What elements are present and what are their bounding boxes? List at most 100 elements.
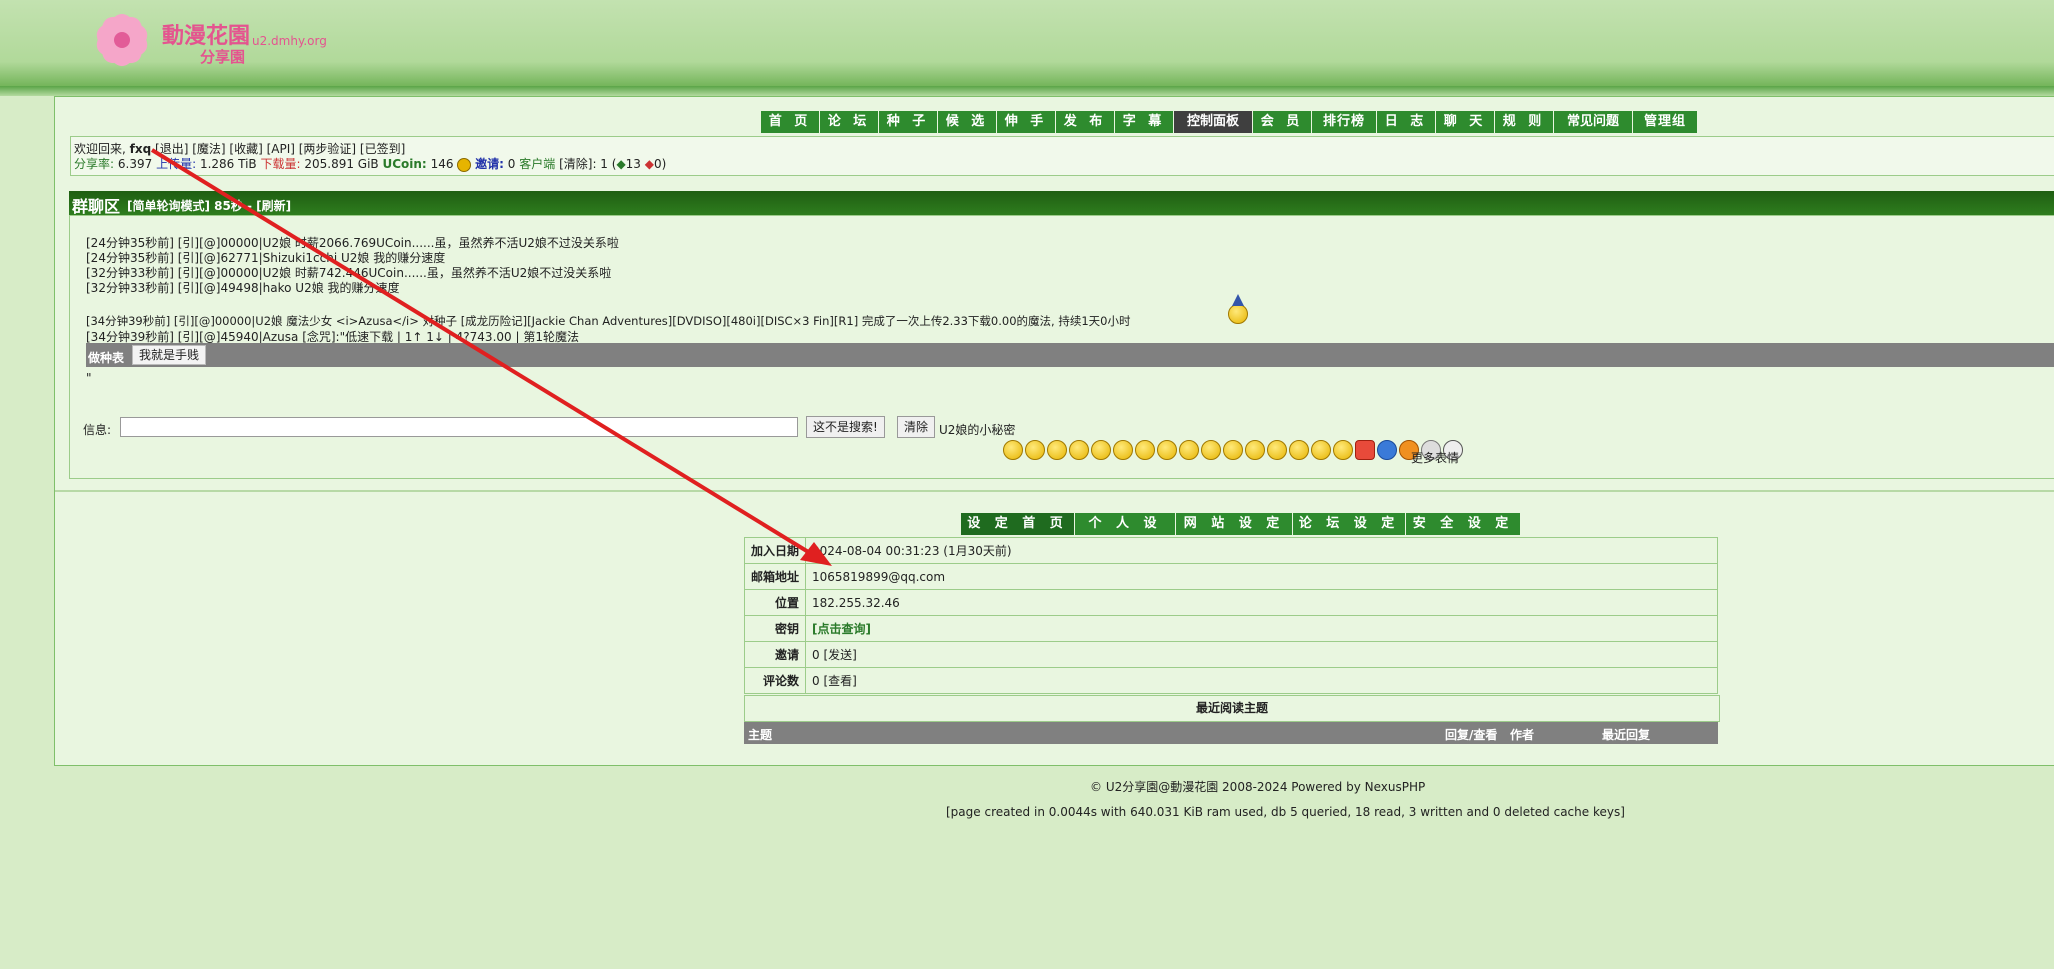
nav-upload[interactable]: 发 布 <box>1056 111 1115 133</box>
location-value: 182.255.32.46 <box>805 589 1718 616</box>
client-link[interactable]: 客户端 <box>519 157 555 171</box>
clear-button[interactable]: 清除 <box>897 416 936 438</box>
smiley-icon[interactable] <box>1135 440 1155 460</box>
tab-settings-home[interactable]: 设 定 首 页 <box>961 513 1075 535</box>
user-stats-line: 分享率: 6.397 上传量: 1.286 TiB 下载量: 205.891 G… <box>74 155 666 172</box>
smiley-bar <box>1003 440 1463 460</box>
footer-stats: [page created in 0.0044s with 640.031 Ki… <box>946 805 1625 819</box>
smiley-icon[interactable] <box>1069 440 1089 460</box>
tab-site-settings[interactable]: 网 站 设 定 <box>1176 513 1293 535</box>
comments-value[interactable]: 0 [查看] <box>805 667 1718 694</box>
tab-security-settings[interactable]: 安 全 设 定 <box>1406 513 1521 535</box>
leeching-icon: ◆ <box>644 157 655 171</box>
join-date-value: 2024-08-04 00:31:23 (1月30天前) <box>805 537 1718 564</box>
nav-home[interactable]: 首 页 <box>761 111 820 133</box>
chat-header <box>69 191 2054 215</box>
ucoin-label: UCoin: <box>382 157 427 171</box>
smiley-icon[interactable] <box>1267 440 1287 460</box>
question-icon[interactable] <box>1377 440 1397 460</box>
coin-icon <box>457 157 472 172</box>
heart-icon[interactable] <box>1355 440 1375 460</box>
smiley-icon[interactable] <box>1201 440 1221 460</box>
smiley-icon[interactable] <box>1289 440 1309 460</box>
smiley-icon[interactable] <box>1091 440 1111 460</box>
wizard-smiley-icon <box>1224 294 1248 324</box>
account-details-table: 加入日期 2024-08-04 00:31:23 (1月30天前) 邮箱地址 1… <box>744 537 1718 694</box>
upload-value: 1.286 TiB <box>199 157 257 171</box>
seeding-icon: ◆ <box>616 157 626 171</box>
seeding-bar-label: 做种表 <box>88 351 125 365</box>
secret-link[interactable]: U2娘的小秘密 <box>939 421 1015 438</box>
nav-forum[interactable]: 论 坛 <box>820 111 879 133</box>
col-author: 作者 <box>1510 728 1535 742</box>
table-row: 邀请 0 [发送] <box>744 641 1718 668</box>
chat-mode[interactable]: [简单轮询模式] 85秒 - [刷新] <box>127 197 291 214</box>
download-value: 205.891 GiB <box>304 157 379 171</box>
logo-url: u2.dmhy.org <box>252 34 327 48</box>
nav-log[interactable]: 日 志 <box>1377 111 1436 133</box>
smiley-icon[interactable] <box>1157 440 1177 460</box>
smiley-icon[interactable] <box>1047 440 1067 460</box>
download-label: 下载量: <box>260 157 301 171</box>
comments-label: 评论数 <box>744 667 806 694</box>
nav-control-panel[interactable]: 控制面板 <box>1174 111 1253 133</box>
tab-personal-settings[interactable]: 个 人 设 定 <box>1075 513 1176 553</box>
chat-message: [32分钟33秒前] [引][@]49498|hako U2娘 我的赚分速度 <box>86 281 400 295</box>
email-label: 邮箱地址 <box>744 563 806 590</box>
passkey-query-link[interactable]: [点击查询] <box>805 615 1718 642</box>
smiley-icon[interactable] <box>1025 440 1045 460</box>
smiley-icon[interactable] <box>1311 440 1331 460</box>
smiley-icon[interactable] <box>1113 440 1133 460</box>
recent-topics-header: 主题 回复/查看 作者 最近回复 <box>744 722 1718 744</box>
table-row: 密钥 [点击查询] <box>744 615 1718 642</box>
invite-label: 邀请: <box>475 157 504 171</box>
nav-candidates[interactable]: 候 选 <box>938 111 997 133</box>
smiley-icon[interactable] <box>1245 440 1265 460</box>
settings-tabs: 设 定 首 页 个 人 设 定 网 站 设 定 论 坛 设 定 安 全 设 定 <box>961 513 1521 553</box>
smiley-icon[interactable] <box>1179 440 1199 460</box>
ucoin-value: 146 <box>430 157 454 171</box>
nav-requests[interactable]: 伸 手 <box>997 111 1056 133</box>
table-row: 邮箱地址 1065819899@qq.com <box>744 563 1718 590</box>
welcome-text: 欢迎回来, <box>74 142 126 156</box>
quote-mark: " <box>86 371 92 385</box>
more-smileys-link[interactable]: 更多表情 <box>1411 449 1459 466</box>
nav-chat[interactable]: 聊 天 <box>1436 111 1495 133</box>
seeding-count: 13 <box>625 157 641 171</box>
invite-row-value[interactable]: 0 [发送] <box>805 641 1718 668</box>
email-value: 1065819899@qq.com <box>805 563 1718 590</box>
table-row: 位置 182.255.32.46 <box>744 589 1718 616</box>
nav-staff[interactable]: 管理组 <box>1633 111 1698 133</box>
col-topic: 主题 <box>748 728 773 742</box>
handjob-button[interactable]: 我就是手贱 <box>132 345 207 365</box>
nav-members[interactable]: 会 员 <box>1253 111 1312 133</box>
table-row: 加入日期 2024-08-04 00:31:23 (1月30天前) <box>744 537 1718 564</box>
upload-label: 上传量: <box>156 157 197 171</box>
smiley-icon[interactable] <box>1333 440 1353 460</box>
ratio-label: 分享率: <box>74 157 115 171</box>
message-input[interactable] <box>120 417 798 437</box>
passkey-label: 密钥 <box>744 615 806 642</box>
col-last-reply: 最近回复 <box>1602 728 1651 742</box>
nav-faq[interactable]: 常见问题 <box>1554 111 1633 133</box>
nav-torrents[interactable]: 种 子 <box>879 111 938 133</box>
nav-ranking[interactable]: 排行榜 <box>1312 111 1377 133</box>
nav-subtitles[interactable]: 字 幕 <box>1115 111 1174 133</box>
smiley-icon[interactable] <box>1003 440 1023 460</box>
invite-value: 0 <box>507 157 516 171</box>
invite-row-label: 邀请 <box>744 641 806 668</box>
footer-copyright: © U2分享園@動漫花園 2008-2024 Powered by NexusP… <box>1090 780 1426 794</box>
tab-forum-settings[interactable]: 论 坛 设 定 <box>1293 513 1406 535</box>
send-button[interactable]: 这不是搜索! <box>806 416 885 438</box>
smiley-icon[interactable] <box>1223 440 1243 460</box>
nav-rules[interactable]: 规 则 <box>1495 111 1554 133</box>
message-label: 信息: <box>83 423 112 437</box>
site-logo[interactable]: 動漫花園 分享園 u2.dmhy.org <box>52 0 372 86</box>
user-links[interactable]: [退出] [魔法] [收藏] [API] [两步验证] [已签到] <box>155 142 405 156</box>
clear-link[interactable]: [清除]: 1 ( <box>559 157 616 171</box>
table-row: 评论数 0 [查看] <box>744 667 1718 694</box>
chat-message: [34分钟39秒前] [引][@]00000|U2娘 魔法少女 <i>Azusa… <box>86 314 1131 328</box>
username-link[interactable]: fxq <box>130 142 152 156</box>
top-band <box>0 86 2054 96</box>
main-nav: 首 页 论 坛 种 子 候 选 伸 手 发 布 字 幕 控制面板 会 员 排行榜… <box>761 111 1698 133</box>
